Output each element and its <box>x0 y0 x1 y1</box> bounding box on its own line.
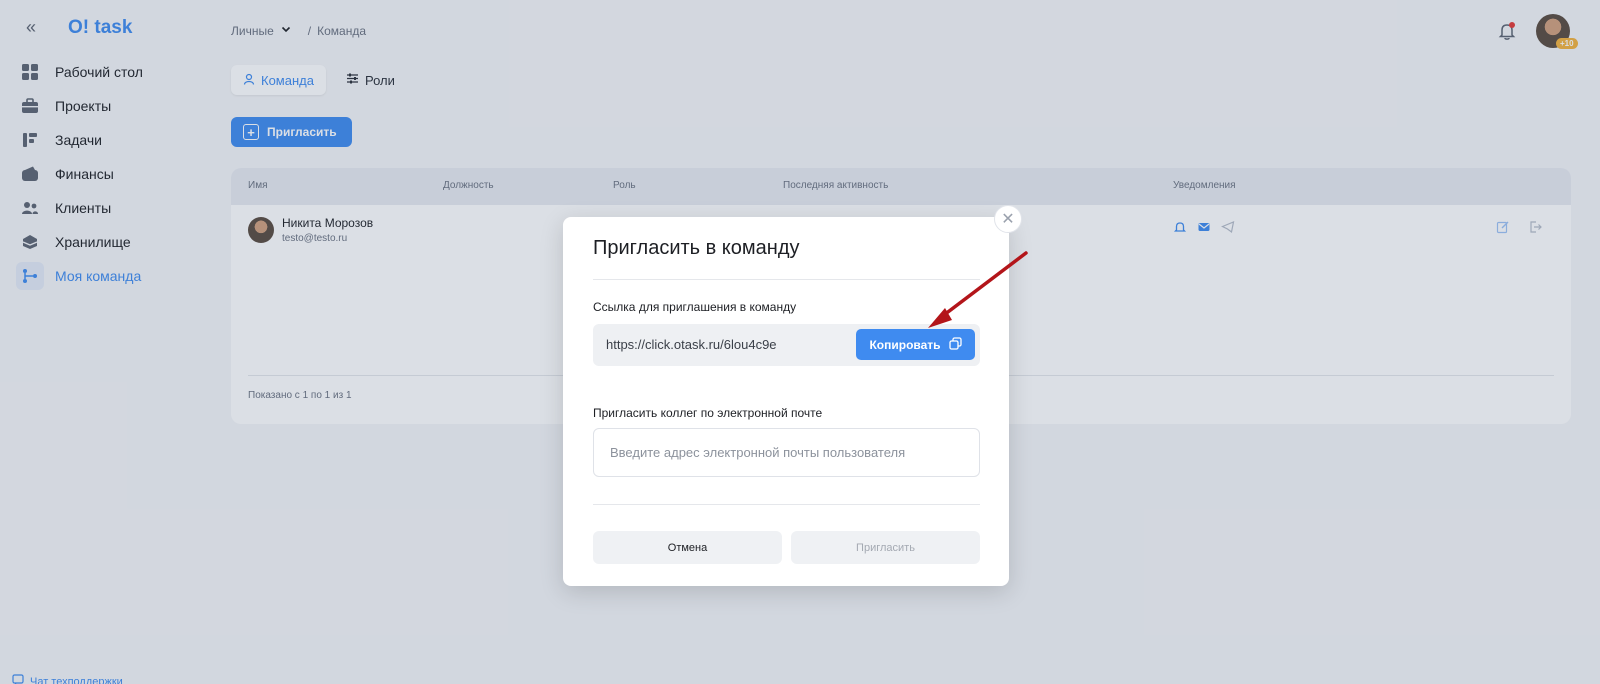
email-field[interactable] <box>593 428 980 477</box>
modal-title: Пригласить в команду <box>593 237 800 259</box>
copy-icon <box>948 336 962 353</box>
modal-divider <box>593 504 980 505</box>
invite-link-field: https://click.otask.ru/6lou4c9e Копирова… <box>593 324 980 366</box>
email-invite-label: Пригласить коллег по электронной почте <box>593 406 823 420</box>
copy-link-button[interactable]: Копировать <box>856 329 975 360</box>
invite-modal: Пригласить в команду Ссылка для приглаше… <box>563 217 1009 586</box>
close-icon[interactable]: ✕ <box>994 205 1022 233</box>
modal-divider <box>593 279 980 280</box>
invite-link-value[interactable]: https://click.otask.ru/6lou4c9e <box>606 337 777 352</box>
cancel-button[interactable]: Отмена <box>593 531 782 564</box>
invite-link-label: Ссылка для приглашения в команду <box>593 300 797 314</box>
copy-button-label: Копировать <box>869 337 941 352</box>
send-invite-button[interactable]: Пригласить <box>791 531 980 564</box>
